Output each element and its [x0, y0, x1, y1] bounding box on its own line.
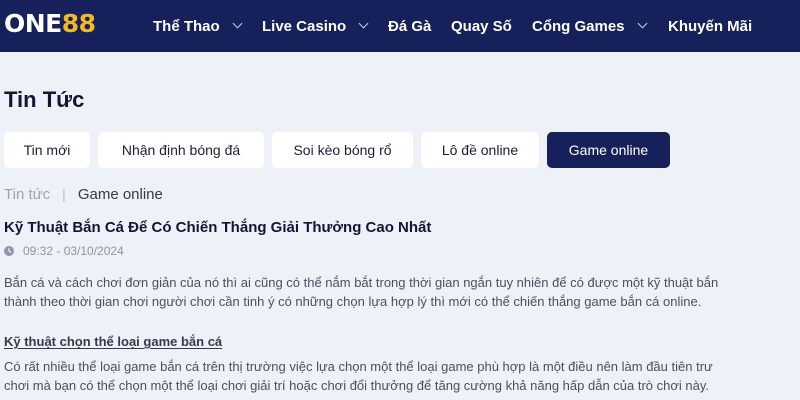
- nav-item-label: Quay Số: [451, 17, 512, 35]
- main-nav: Thể Thao Live Casino Đá Gà Quay Số Cổng …: [0, 0, 800, 52]
- chevron-down-icon: [637, 18, 647, 29]
- page-title: Tin Tức: [4, 87, 85, 112]
- nav-item-quay-so[interactable]: Quay Số: [451, 0, 512, 52]
- nav-item-the-thao[interactable]: Thể Thao: [153, 0, 243, 52]
- nav-item-da-ga[interactable]: Đá Gà: [388, 0, 431, 52]
- tab-tin-moi[interactable]: Tin mới: [4, 132, 90, 168]
- nav-item-cong-games[interactable]: Cổng Games: [532, 0, 647, 52]
- breadcrumb-link-tin-tuc[interactable]: Tin tức: [4, 186, 50, 203]
- article-title: Kỹ Thuật Bắn Cá Để Có Chiến Thắng Giải T…: [4, 219, 432, 236]
- article-section-body: Có rất nhiều thể loại game bắn cá trên t…: [4, 357, 800, 395]
- nav-item-label: Live Casino: [262, 17, 347, 35]
- article-intro: Bắn cá và cách chơi đơn giản của nó thì …: [4, 273, 800, 311]
- tab-lo-de-online[interactable]: Lô đề online: [421, 132, 539, 168]
- paragraph-line: Có rất nhiều thể loại game bắn cá trên t…: [4, 359, 713, 374]
- breadcrumb: Tin tức | Game online: [4, 184, 163, 204]
- section-heading[interactable]: Kỹ thuật chọn thể loại game bắn cá: [4, 334, 222, 349]
- paragraph-line: chơi mà bạn có thể chọn một thể loại chơ…: [4, 378, 710, 393]
- nav-item-label: Cổng Games: [532, 17, 625, 35]
- nav-item-live-casino[interactable]: Live Casino: [262, 0, 369, 52]
- nav-item-label: Đá Gà: [388, 17, 432, 35]
- breadcrumb-current: Game online: [77, 185, 163, 203]
- chevron-down-icon: [232, 18, 243, 29]
- top-navbar: ONE 88 Thể Thao Live Casino Đá Gà Quay Số…: [0, 0, 800, 52]
- clock-icon: [4, 246, 14, 256]
- article-datetime: 09:32 - 03/10/2024: [23, 244, 124, 258]
- tab-nhan-dinh-bong-da[interactable]: Nhận định bóng đá: [98, 132, 264, 168]
- chevron-down-icon: [358, 18, 369, 29]
- paragraph-line: thành theo thời gian chơi người chơi cần…: [4, 294, 702, 309]
- tab-soi-keo-bong-ro[interactable]: Soi kèo bóng rổ: [272, 132, 413, 168]
- nav-item-label: Thể Thao: [153, 17, 220, 35]
- article-meta: 09:32 - 03/10/2024: [4, 242, 124, 260]
- nav-item-label: Khuyến Mãi: [668, 17, 753, 35]
- paragraph-line: Bắn cá và cách chơi đơn giản của nó thì …: [4, 275, 719, 290]
- nav-item-khuyen-mai[interactable]: Khuyến Mãi: [668, 0, 752, 52]
- breadcrumb-separator: |: [62, 186, 66, 202]
- tab-game-online[interactable]: Game online: [547, 132, 670, 168]
- category-tabs: Tin mới Nhận định bóng đá Soi kèo bóng r…: [0, 132, 800, 168]
